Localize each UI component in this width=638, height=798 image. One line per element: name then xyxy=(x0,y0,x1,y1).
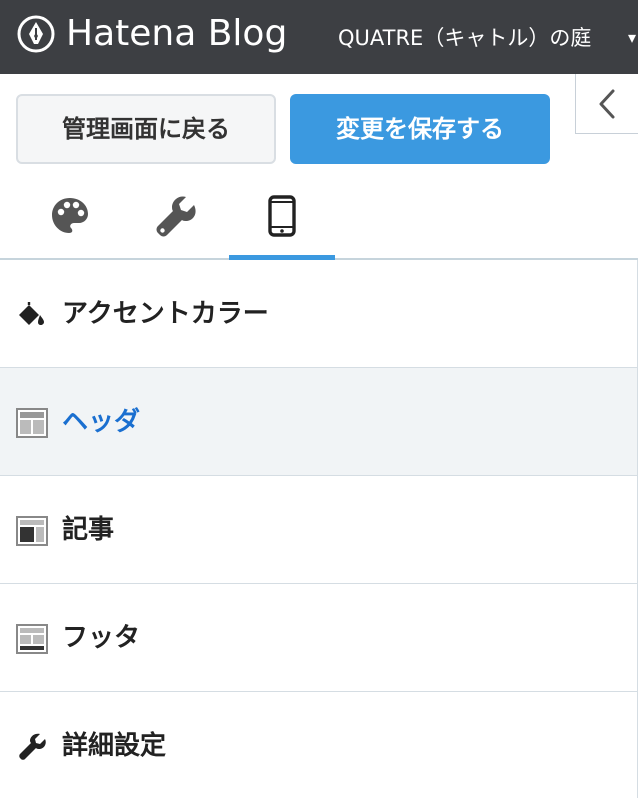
menu-item-header[interactable]: ヘッダ xyxy=(0,368,638,476)
customize-tabs xyxy=(0,178,638,260)
palette-icon xyxy=(52,198,88,233)
menu-item-label: アクセントカラー xyxy=(62,299,269,329)
wrench-icon xyxy=(19,733,46,760)
chevron-down-icon[interactable]: ▾ xyxy=(628,24,636,52)
menu-item-label: フッタ xyxy=(62,623,141,653)
paint-bucket-icon xyxy=(19,302,44,325)
hatena-blog-logo[interactable]: Hatena Blog xyxy=(16,14,287,54)
top-bar: Hatena Blog QUATRE（キャトル）の庭 ▾ xyxy=(0,0,638,74)
collapse-sidebar-button[interactable] xyxy=(575,74,638,134)
layout-footer-icon xyxy=(16,624,48,654)
menu-item-label: 記事 xyxy=(62,515,115,545)
tab-customize[interactable] xyxy=(123,178,229,258)
pen-nib-logo-icon xyxy=(17,15,55,53)
layout-article-icon xyxy=(16,516,48,546)
menu-item-label: ヘッダ xyxy=(62,407,141,437)
menu-item-label: 詳細設定 xyxy=(62,731,167,761)
menu-item-advanced-settings[interactable]: 詳細設定 xyxy=(0,692,638,798)
layout-header-icon xyxy=(16,408,48,438)
wrench-icon xyxy=(156,196,196,237)
chevron-left-icon xyxy=(599,89,615,119)
menu-item-article[interactable]: 記事 xyxy=(0,476,638,584)
tab-design[interactable] xyxy=(17,178,123,258)
blog-title[interactable]: QUATRE（キャトル）の庭 xyxy=(338,24,591,52)
smartphone-settings-menu: アクセントカラー ヘッダ 記事 フッタ 詳細設定 xyxy=(0,260,638,798)
menu-item-footer[interactable]: フッタ xyxy=(0,584,638,692)
smartphone-icon xyxy=(268,195,296,237)
tab-smartphone[interactable] xyxy=(229,178,335,260)
back-to-dashboard-button[interactable]: 管理画面に戻る xyxy=(16,94,276,164)
logo-text: Hatena Blog xyxy=(66,13,288,54)
menu-item-accent-color[interactable]: アクセントカラー xyxy=(0,260,638,368)
save-changes-button[interactable]: 変更を保存する xyxy=(290,94,550,164)
